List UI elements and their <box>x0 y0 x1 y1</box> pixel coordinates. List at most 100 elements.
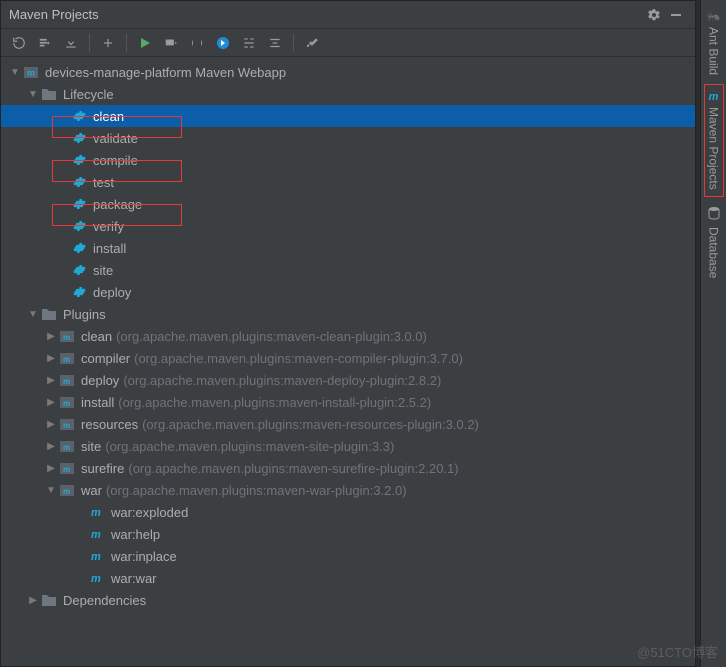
svg-text:m: m <box>91 573 101 585</box>
right-tab-database[interactable]: Database <box>705 200 723 284</box>
plugin-name: install <box>81 395 114 410</box>
expand-arrow-icon[interactable]: ▶ <box>45 396 57 408</box>
plugin-icon: m <box>59 482 75 498</box>
plugin-war-goal-exploded[interactable]: ▼ m war:exploded <box>1 501 695 523</box>
svg-text:m: m <box>91 507 101 519</box>
gear-icon <box>71 130 87 146</box>
svg-text:m: m <box>63 355 70 364</box>
lifecycle-goal-install[interactable]: ▼ install <box>1 237 695 259</box>
right-tab-label: Ant Build <box>707 27 721 75</box>
gear-icon <box>71 152 87 168</box>
right-tab-maven-projects[interactable]: m Maven Projects <box>705 85 723 196</box>
maven-settings-icon[interactable] <box>300 31 324 55</box>
goal-label: clean <box>93 109 124 124</box>
expand-arrow-icon[interactable]: ▶ <box>27 594 39 606</box>
maven-goal-icon: m <box>89 504 105 520</box>
toggle-skip-tests-icon[interactable] <box>211 31 235 55</box>
plugin-name: resources <box>81 417 138 432</box>
goal-label: verify <box>93 219 124 234</box>
expand-arrow-icon[interactable]: ▼ <box>27 88 39 100</box>
expand-arrow-icon[interactable]: ▶ <box>45 418 57 430</box>
expand-arrow-icon[interactable]: ▶ <box>45 330 57 342</box>
ant-icon: 🐜 <box>707 10 721 23</box>
plugin-icon: m <box>59 372 75 388</box>
lifecycle-goal-deploy[interactable]: ▼ deploy <box>1 281 695 303</box>
reimport-icon[interactable] <box>7 31 31 55</box>
plugin-site[interactable]: ▶ m site (org.apache.maven.plugins:maven… <box>1 435 695 457</box>
project-label: devices-manage-platform Maven Webapp <box>45 65 286 80</box>
expand-arrow-icon[interactable]: ▼ <box>9 66 21 78</box>
maven-goal-icon: m <box>89 526 105 542</box>
svg-text:m: m <box>91 529 101 541</box>
plugins-label: Plugins <box>63 307 106 322</box>
add-project-icon[interactable] <box>96 31 120 55</box>
plugin-war-goal-war[interactable]: ▼ m war:war <box>1 567 695 589</box>
goal-label: war:inplace <box>111 549 177 564</box>
plugin-war-goal-help[interactable]: ▼ m war:help <box>1 523 695 545</box>
project-node[interactable]: ▼ m devices-manage-platform Maven Webapp <box>1 61 695 83</box>
gear-icon <box>71 174 87 190</box>
lifecycle-goal-test[interactable]: ▼ test <box>1 171 695 193</box>
goal-label: validate <box>93 131 138 146</box>
show-dependencies-icon[interactable] <box>237 31 261 55</box>
lifecycle-goal-site[interactable]: ▼ site <box>1 259 695 281</box>
lifecycle-goal-compile[interactable]: ▼ compile <box>1 149 695 171</box>
right-tab-label: Database <box>707 227 721 278</box>
panel-titlebar: Maven Projects <box>1 1 695 29</box>
lifecycle-goal-validate[interactable]: ▼ validate <box>1 127 695 149</box>
goal-label: package <box>93 197 142 212</box>
plugin-name: compiler <box>81 351 130 366</box>
lifecycle-goal-clean[interactable]: ▼ clean <box>1 105 695 127</box>
lifecycle-goal-verify[interactable]: ▼ verify <box>1 215 695 237</box>
dependencies-node[interactable]: ▶ Dependencies <box>1 589 695 611</box>
maven-toolbar <box>1 29 695 57</box>
svg-text:m: m <box>63 377 70 386</box>
expand-arrow-icon[interactable]: ▶ <box>45 374 57 386</box>
plugin-compiler[interactable]: ▶ m compiler (org.apache.maven.plugins:m… <box>1 347 695 369</box>
right-tab-ant-build[interactable]: 🐜 Ant Build <box>705 4 723 81</box>
goal-label: war:war <box>111 571 157 586</box>
run-icon[interactable] <box>133 31 157 55</box>
expand-arrow-icon[interactable]: ▼ <box>27 308 39 320</box>
plugin-install[interactable]: ▶ m install (org.apache.maven.plugins:ma… <box>1 391 695 413</box>
gear-icon <box>71 284 87 300</box>
plugin-detail: (org.apache.maven.plugins:maven-site-plu… <box>105 439 394 454</box>
plugin-name: surefire <box>81 461 124 476</box>
settings-gear-icon[interactable] <box>643 4 665 26</box>
database-icon <box>708 206 720 223</box>
lifecycle-goal-package[interactable]: ▼ package <box>1 193 695 215</box>
lifecycle-node[interactable]: ▼ Lifecycle <box>1 83 695 105</box>
expand-arrow-icon[interactable]: ▼ <box>45 484 57 496</box>
plugins-node[interactable]: ▼ Plugins <box>1 303 695 325</box>
expand-arrow-icon[interactable]: ▶ <box>45 440 57 452</box>
plugin-name: war <box>81 483 102 498</box>
goal-label: war:exploded <box>111 505 188 520</box>
plugin-clean[interactable]: ▶ m clean (org.apache.maven.plugins:mave… <box>1 325 695 347</box>
minimize-icon[interactable] <box>665 4 687 26</box>
plugin-icon: m <box>59 460 75 476</box>
svg-text:m: m <box>63 487 70 496</box>
generate-sources-icon[interactable] <box>33 31 57 55</box>
maven-tree[interactable]: ▼ m devices-manage-platform Maven Webapp… <box>1 57 695 666</box>
collapse-all-icon[interactable] <box>263 31 287 55</box>
plugin-icon: m <box>59 394 75 410</box>
plugin-war[interactable]: ▼ m war (org.apache.maven.plugins:maven-… <box>1 479 695 501</box>
goal-label: deploy <box>93 285 131 300</box>
plugin-war-goal-inplace[interactable]: ▼ m war:inplace <box>1 545 695 567</box>
expand-arrow-icon[interactable]: ▶ <box>45 352 57 364</box>
execute-goal-icon[interactable] <box>159 31 183 55</box>
toggle-offline-icon[interactable] <box>185 31 209 55</box>
expand-arrow-icon[interactable]: ▶ <box>45 462 57 474</box>
download-icon[interactable] <box>59 31 83 55</box>
panel-title: Maven Projects <box>9 7 99 22</box>
plugin-deploy[interactable]: ▶ m deploy (org.apache.maven.plugins:mav… <box>1 369 695 391</box>
maven-goal-icon: m <box>89 548 105 564</box>
folder-icon <box>41 592 57 608</box>
plugin-icon: m <box>59 438 75 454</box>
plugin-resources[interactable]: ▶ m resources (org.apache.maven.plugins:… <box>1 413 695 435</box>
svg-text:m: m <box>27 68 35 78</box>
plugin-detail: (org.apache.maven.plugins:maven-surefire… <box>128 461 458 476</box>
goal-label: war:help <box>111 527 160 542</box>
plugin-surefire[interactable]: ▶ m surefire (org.apache.maven.plugins:m… <box>1 457 695 479</box>
plugin-detail: (org.apache.maven.plugins:maven-deploy-p… <box>123 373 441 388</box>
